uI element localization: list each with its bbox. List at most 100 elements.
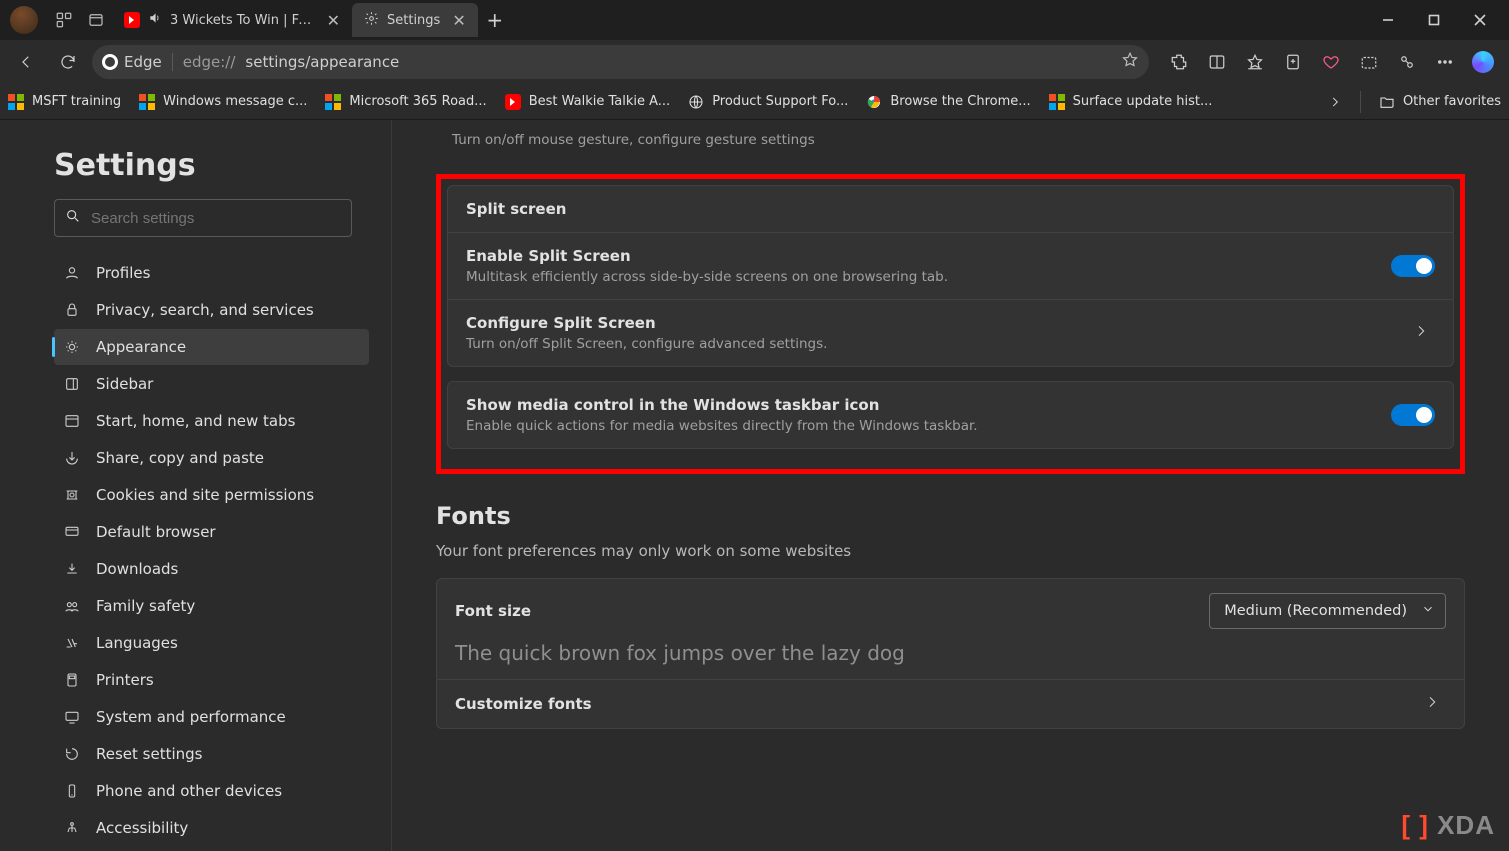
- nav-label: Family safety: [96, 597, 195, 615]
- favorite-star-icon[interactable]: [1121, 51, 1139, 73]
- customize-fonts-row[interactable]: Customize fonts: [437, 680, 1464, 728]
- edge-icon: [102, 54, 118, 70]
- globe-icon: [688, 94, 704, 110]
- extensions-icon[interactable]: [1161, 44, 1197, 80]
- copilot-icon[interactable]: [1465, 44, 1501, 80]
- bookmark-item[interactable]: Best Walkie Talkie A...: [505, 94, 671, 110]
- close-tab-icon[interactable]: ✕: [448, 9, 469, 32]
- workspaces-icon[interactable]: [48, 0, 80, 40]
- new-tab-button[interactable]: +: [478, 3, 512, 37]
- more-icon[interactable]: [1427, 44, 1463, 80]
- bookmark-item[interactable]: Product Support Fo...: [688, 94, 848, 110]
- bookmark-label: Surface update hist...: [1073, 94, 1213, 109]
- bookmark-item[interactable]: Surface update hist...: [1049, 94, 1213, 110]
- favorites-icon[interactable]: [1237, 44, 1273, 80]
- site-identity[interactable]: Edge: [102, 53, 173, 71]
- bookmarks-overflow[interactable]: [1328, 95, 1342, 109]
- content: Settings ProfilesPrivacy, search, and se…: [0, 120, 1509, 851]
- close-window-button[interactable]: [1457, 0, 1503, 40]
- fonts-hint: Your font preferences may only work on s…: [436, 542, 1465, 560]
- nav-item-sidebar[interactable]: Sidebar: [54, 366, 369, 402]
- settings-search[interactable]: [54, 199, 352, 237]
- nav-item-profiles[interactable]: Profiles: [54, 255, 369, 291]
- tab-volume-icon[interactable]: [148, 11, 162, 29]
- screenshot-icon[interactable]: [1351, 44, 1387, 80]
- split-screen-card: Split screen Enable Split Screen Multita…: [447, 185, 1454, 367]
- nav-item-default-browser[interactable]: Default browser: [54, 514, 369, 550]
- xda-watermark: [ ] XDA: [1401, 810, 1495, 841]
- heart-icon[interactable]: [1313, 44, 1349, 80]
- minimize-button[interactable]: [1365, 0, 1411, 40]
- nav-icon: [64, 672, 82, 688]
- nav-item-phone-and-other-devices[interactable]: Phone and other devices: [54, 773, 369, 809]
- nav-icon: [64, 746, 82, 762]
- font-size-label: Font size: [455, 602, 1209, 620]
- nav-icon: [64, 302, 82, 318]
- nav-icon: [64, 820, 82, 836]
- bookmark-item[interactable]: Microsoft 365 Road...: [325, 94, 486, 110]
- nav-item-languages[interactable]: Languages: [54, 625, 369, 661]
- fonts-card: Font size Medium (Recommended) The quick…: [436, 578, 1465, 729]
- bookmark-item[interactable]: MSFT training: [8, 94, 121, 110]
- search-input[interactable]: [91, 210, 341, 227]
- nav-label: Phone and other devices: [96, 782, 282, 800]
- nav-item-system-and-performance[interactable]: System and performance: [54, 699, 369, 735]
- configure-split-screen-row[interactable]: Configure Split Screen Turn on/off Split…: [448, 300, 1453, 366]
- bookmark-item[interactable]: Windows message c...: [139, 94, 307, 110]
- maximize-button[interactable]: [1411, 0, 1457, 40]
- bookmark-label: MSFT training: [32, 94, 121, 109]
- address-bar[interactable]: Edge edge://settings/appearance: [92, 45, 1149, 79]
- back-button[interactable]: [8, 44, 44, 80]
- nav-label: Cookies and site permissions: [96, 486, 314, 504]
- nav-label: Profiles: [96, 264, 150, 282]
- nav-item-cookies-and-site-permissions[interactable]: Cookies and site permissions: [54, 477, 369, 513]
- fonts-heading: Fonts: [436, 502, 1465, 530]
- nav-icon: [64, 450, 82, 466]
- chrome-icon: [866, 94, 882, 110]
- tab-youtube[interactable]: 3 Wickets To Win | Final ... ✕: [112, 3, 352, 37]
- refresh-button[interactable]: [50, 44, 86, 80]
- close-tab-icon[interactable]: ✕: [323, 9, 344, 32]
- nav-item-share-copy-and-paste[interactable]: Share, copy and paste: [54, 440, 369, 476]
- media-control-toggle[interactable]: [1391, 404, 1435, 426]
- enable-split-title: Enable Split Screen: [466, 247, 1391, 265]
- split-screen-icon[interactable]: [1199, 44, 1235, 80]
- other-favorites[interactable]: Other favorites: [1379, 94, 1501, 110]
- profile-avatar[interactable]: [10, 6, 38, 34]
- collections-icon[interactable]: [1275, 44, 1311, 80]
- bookmark-label: Product Support Fo...: [712, 94, 848, 109]
- tab-settings[interactable]: Settings ✕: [352, 3, 478, 37]
- nav-item-privacy-search-and-services[interactable]: Privacy, search, and services: [54, 292, 369, 328]
- nav-label: Default browser: [96, 523, 216, 541]
- bookmark-item[interactable]: Browse the Chrome...: [866, 94, 1030, 110]
- nav-icon: [64, 635, 82, 651]
- nav-item-printers[interactable]: Printers: [54, 662, 369, 698]
- nav-label: Share, copy and paste: [96, 449, 264, 467]
- settings-sidebar: Settings ProfilesPrivacy, search, and se…: [0, 120, 392, 851]
- nav-label: Reset settings: [96, 745, 203, 763]
- tab-actions-icon[interactable]: [80, 0, 112, 40]
- performance-icon[interactable]: [1389, 44, 1425, 80]
- nav-item-family-safety[interactable]: Family safety: [54, 588, 369, 624]
- nav-icon: [64, 265, 82, 281]
- font-size-dropdown[interactable]: Medium (Recommended): [1209, 593, 1446, 629]
- nav-item-accessibility[interactable]: Accessibility: [54, 810, 369, 846]
- media-title: Show media control in the Windows taskba…: [466, 396, 1391, 414]
- nav-item-reset-settings[interactable]: Reset settings: [54, 736, 369, 772]
- chevron-right-icon: [1418, 694, 1446, 714]
- font-size-value: Medium (Recommended): [1224, 603, 1407, 619]
- nav-label: Appearance: [96, 338, 186, 356]
- nav-label: Languages: [96, 634, 178, 652]
- nav-label: Printers: [96, 671, 154, 689]
- nav-label: Downloads: [96, 560, 178, 578]
- font-preview: The quick brown fox jumps over the lazy …: [455, 641, 1446, 665]
- nav-item-start-home-and-new-tabs[interactable]: Start, home, and new tabs: [54, 403, 369, 439]
- tab-title: 3 Wickets To Win | Final ...: [170, 13, 315, 28]
- nav-icon: [64, 783, 82, 799]
- nav-item-appearance[interactable]: Appearance: [54, 329, 369, 365]
- enable-split-toggle[interactable]: [1391, 255, 1435, 277]
- nav-icon: [64, 413, 82, 429]
- nav-icon: [64, 376, 82, 392]
- ms-icon: [1049, 94, 1065, 110]
- nav-item-downloads[interactable]: Downloads: [54, 551, 369, 587]
